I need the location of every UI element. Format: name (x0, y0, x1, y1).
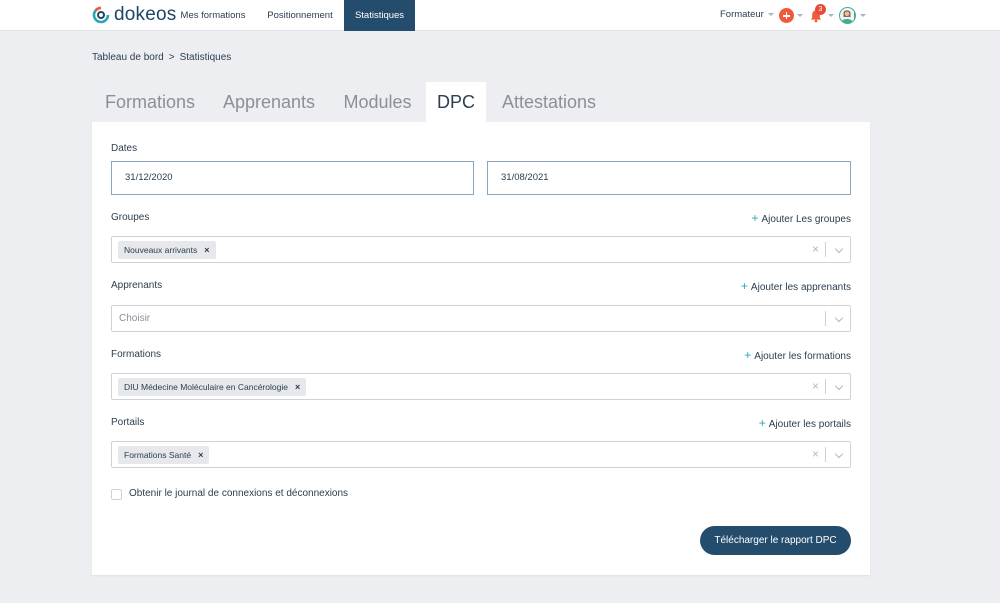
journal-checkbox[interactable] (111, 489, 122, 500)
portails-label: Portails (111, 417, 145, 428)
role-label: Formateur (720, 9, 764, 20)
add-apprenants-link[interactable]: + Ajouter les apprenants (741, 279, 851, 293)
select-placeholder: Choisir (119, 313, 151, 324)
dokeos-logo[interactable]: dokeos (92, 4, 176, 26)
start-date-input[interactable]: 31/12/2020 (111, 161, 474, 195)
chevron-down-icon[interactable] (834, 449, 844, 459)
breadcrumb-current: Statistiques (179, 52, 232, 63)
add-apprenants-label: Ajouter les apprenants (750, 282, 851, 293)
chevron-down-icon[interactable] (834, 244, 844, 254)
formations-label: Formations (111, 349, 162, 360)
remove-chip-icon[interactable]: × (204, 245, 209, 255)
selected-chip: Formations Santé × (118, 446, 210, 464)
portails-select[interactable]: Formations Santé × × (111, 441, 851, 468)
formations-select[interactable]: DIU Médecine Moléculaire en Cancérologie… (111, 373, 851, 400)
role-dropdown[interactable]: Formateur (720, 9, 774, 20)
chevron-down-icon[interactable] (834, 381, 844, 391)
tab-formations[interactable]: Formations (92, 82, 208, 122)
tab-dpc[interactable]: DPC (426, 82, 486, 122)
journal-checkbox-label[interactable]: Obtenir le journal de connexions et déco… (129, 488, 348, 499)
brand-name: dokeos (114, 4, 177, 25)
nav-mes-formations[interactable]: Mes formations (172, 0, 254, 31)
clear-icon[interactable]: × (812, 374, 819, 399)
add-formations-link[interactable]: + Ajouter les formations (744, 348, 851, 362)
user-avatar-icon (840, 8, 854, 22)
end-date-input[interactable]: 31/08/2021 (487, 161, 851, 195)
chip-label: Nouveaux arrivants (124, 245, 198, 255)
divider (825, 379, 826, 394)
chevron-down-icon[interactable] (860, 14, 866, 17)
plus-circle-icon[interactable] (779, 8, 794, 23)
plus-icon: + (751, 211, 759, 225)
chip-label: Formations Santé (124, 450, 192, 460)
add-groupes-label: Ajouter Les groupes (761, 214, 851, 225)
clear-icon[interactable]: × (812, 237, 819, 262)
selected-chip: Nouveaux arrivants × (118, 241, 216, 259)
groupes-select[interactable]: Nouveaux arrivants × × (111, 236, 851, 263)
divider (825, 311, 826, 326)
tab-attestations[interactable]: Attestations (490, 82, 608, 122)
tab-apprenants[interactable]: Apprenants (212, 82, 326, 122)
selected-chip: DIU Médecine Moléculaire en Cancérologie… (118, 378, 307, 396)
breadcrumb: Tableau de bord > Statistiques (92, 52, 231, 63)
apprenants-select[interactable]: Choisir (111, 305, 851, 332)
plus-icon: + (758, 416, 766, 430)
remove-chip-icon[interactable]: × (198, 450, 203, 460)
divider (825, 447, 826, 462)
chevron-down-icon (767, 12, 774, 16)
download-report-button[interactable]: Télécharger le rapport DPC (700, 526, 851, 555)
dokeos-logo-icon (92, 6, 110, 24)
dates-label: Dates (111, 143, 138, 154)
remove-chip-icon[interactable]: × (295, 382, 300, 392)
avatar[interactable] (839, 7, 856, 24)
divider (825, 242, 826, 257)
nav-statistiques[interactable]: Statistiques (344, 0, 415, 31)
breadcrumb-parent[interactable]: Tableau de bord (92, 52, 164, 63)
add-portails-link[interactable]: + Ajouter les portails (759, 416, 851, 430)
top-navbar: dokeos Mes formations Positionnement Sta… (0, 0, 1000, 31)
chevron-down-icon[interactable] (828, 14, 834, 17)
chip-label: DIU Médecine Moléculaire en Cancérologie (124, 382, 288, 392)
apprenants-label: Apprenants (111, 280, 163, 291)
add-portails-label: Ajouter les portails (768, 419, 851, 430)
nav-positionnement[interactable]: Positionnement (258, 0, 342, 31)
notification-badge: 3 (815, 4, 826, 15)
breadcrumb-separator: > (168, 52, 175, 63)
chevron-down-icon[interactable] (834, 313, 844, 323)
tab-modules[interactable]: Modules (332, 82, 423, 122)
groupes-label: Groupes (111, 212, 150, 223)
chevron-down-icon[interactable] (797, 14, 803, 17)
add-groupes-link[interactable]: + Ajouter Les groupes (751, 211, 851, 225)
plus-icon: + (744, 348, 752, 362)
clear-icon[interactable]: × (812, 442, 819, 467)
plus-icon: + (740, 279, 748, 293)
add-formations-label: Ajouter les formations (754, 351, 851, 362)
